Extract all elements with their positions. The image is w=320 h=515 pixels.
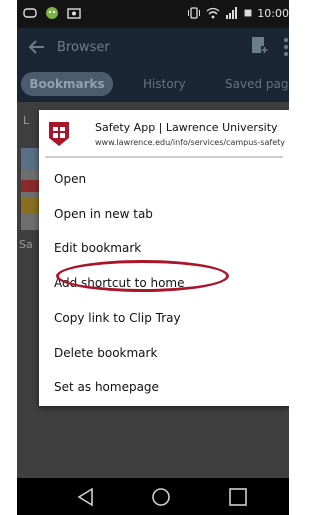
tab-history[interactable]: History bbox=[143, 72, 186, 96]
app-bar: Browser bbox=[17, 28, 289, 68]
phone-screen: 10:00 Browser Bookmarks History Saved pa… bbox=[17, 0, 289, 515]
status-time: 10:00 bbox=[257, 6, 289, 20]
menu-item-edit-bookmark[interactable]: Edit bookmark bbox=[39, 231, 289, 265]
status-bar: 10:00 bbox=[17, 0, 289, 28]
photo-notification-icon bbox=[67, 8, 81, 19]
back-arrow-icon[interactable] bbox=[27, 37, 47, 57]
bg-label-sa: Sa bbox=[19, 238, 33, 251]
menu-divider bbox=[45, 156, 283, 158]
nav-recents-icon[interactable] bbox=[227, 487, 249, 507]
battery-icon bbox=[244, 9, 252, 17]
more-options-icon[interactable] bbox=[283, 36, 289, 58]
tab-bar: Bookmarks History Saved pages bbox=[17, 68, 289, 102]
menu-item-add-shortcut-home[interactable]: Add shortcut to home bbox=[39, 266, 289, 300]
menu-item-open-new-tab[interactable]: Open in new tab bbox=[39, 197, 289, 231]
menu-item-copy-link[interactable]: Copy link to Clip Tray bbox=[39, 301, 289, 335]
wifi-icon bbox=[206, 7, 220, 19]
menu-item-delete-bookmark[interactable]: Delete bookmark bbox=[39, 336, 289, 370]
app-notification-icon bbox=[46, 7, 58, 19]
bookmark-context-menu: Safety App | Lawrence University www.law… bbox=[39, 110, 289, 406]
bg-label-l: L bbox=[23, 114, 30, 127]
bookmark-url: www.lawrence.edu/info/services/campus-sa… bbox=[95, 138, 286, 147]
messaging-icon bbox=[23, 8, 37, 18]
tab-bookmarks[interactable]: Bookmarks bbox=[21, 72, 113, 96]
menu-header: Safety App | Lawrence University www.law… bbox=[39, 110, 289, 158]
tab-saved-pages[interactable]: Saved pages bbox=[225, 72, 289, 96]
signal-icon bbox=[226, 7, 238, 19]
vibrate-icon bbox=[188, 7, 201, 19]
nav-back-icon[interactable] bbox=[75, 487, 97, 507]
menu-item-set-homepage[interactable]: Set as homepage bbox=[39, 370, 289, 404]
app-title: Browser bbox=[57, 40, 110, 55]
add-bookmark-icon[interactable] bbox=[251, 36, 269, 56]
navigation-bar bbox=[17, 478, 289, 515]
menu-item-open[interactable]: Open bbox=[39, 162, 289, 196]
nav-home-icon[interactable] bbox=[150, 487, 172, 507]
lawrence-university-favicon bbox=[49, 122, 69, 146]
bookmark-thumbnail bbox=[21, 148, 41, 230]
bookmark-title: Safety App | Lawrence University bbox=[95, 121, 278, 134]
